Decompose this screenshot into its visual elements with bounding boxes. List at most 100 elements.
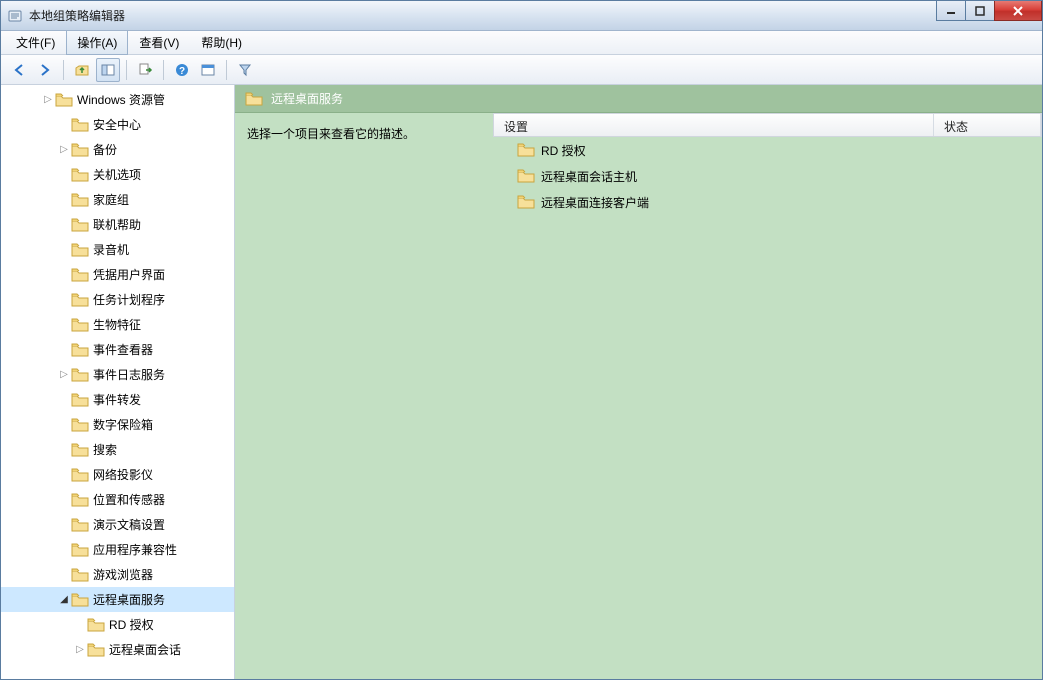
expander-icon[interactable]: ▷ <box>73 644 87 655</box>
tree-item[interactable]: 搜索 <box>1 437 234 462</box>
folder-icon <box>71 567 89 583</box>
description-column: 选择一个项目来查看它的描述。 <box>235 113 493 679</box>
tree-item-label: 录音机 <box>93 241 129 258</box>
tree-item-label: 家庭组 <box>93 191 129 208</box>
export-list-button[interactable] <box>133 58 157 82</box>
folder-icon <box>71 292 89 308</box>
show-hide-tree-button[interactable] <box>96 58 120 82</box>
tree-item-label: 远程桌面服务 <box>93 591 165 608</box>
window-title: 本地组策略编辑器 <box>29 7 125 24</box>
help-button[interactable]: ? <box>170 58 194 82</box>
list-item[interactable]: RD 授权 <box>493 137 1042 163</box>
tree-item[interactable]: 任务计划程序 <box>1 287 234 312</box>
maximize-button[interactable] <box>965 1 995 21</box>
folder-icon <box>71 342 89 358</box>
list-column: 设置 状态 RD 授权远程桌面会话主机远程桌面连接客户端 <box>493 113 1042 679</box>
list-rows: RD 授权远程桌面会话主机远程桌面连接客户端 <box>493 137 1042 215</box>
tree-item-label: 事件查看器 <box>93 341 153 358</box>
list-item[interactable]: 远程桌面连接客户端 <box>493 189 1042 215</box>
tree-item-label: 数字保险箱 <box>93 416 153 433</box>
folder-icon <box>71 542 89 558</box>
folder-icon <box>245 91 263 107</box>
tree-item[interactable]: 联机帮助 <box>1 212 234 237</box>
folder-icon <box>71 592 89 608</box>
tree-item-label: 搜索 <box>93 441 117 458</box>
tree-item[interactable]: 网络投影仪 <box>1 462 234 487</box>
toolbar-separator <box>63 60 64 80</box>
tree-item-label: 事件转发 <box>93 391 141 408</box>
properties-button[interactable] <box>196 58 220 82</box>
column-header-settings[interactable]: 设置 <box>494 114 934 136</box>
list-item-label: RD 授权 <box>541 142 586 159</box>
toolbar-separator <box>126 60 127 80</box>
tree-item-label: 位置和传感器 <box>93 491 165 508</box>
minimize-button[interactable] <box>936 1 966 21</box>
tree-item-label: 任务计划程序 <box>93 291 165 308</box>
tree-item-label: 备份 <box>93 141 117 158</box>
tree-item[interactable]: 事件查看器 <box>1 337 234 362</box>
titlebar: 本地组策略编辑器 <box>1 1 1042 31</box>
folder-icon <box>71 167 89 183</box>
folder-icon <box>71 192 89 208</box>
app-icon <box>7 8 23 24</box>
tree-item[interactable]: 家庭组 <box>1 187 234 212</box>
tree-item-label: Windows 资源管 <box>77 91 165 108</box>
expander-icon[interactable]: ▷ <box>57 369 71 380</box>
tree-item[interactable]: 安全中心 <box>1 112 234 137</box>
folder-icon <box>71 442 89 458</box>
content-pane: 远程桌面服务 选择一个项目来查看它的描述。 设置 状态 RD 授权远程桌面会话主… <box>235 85 1042 679</box>
expander-icon[interactable]: ▷ <box>57 144 71 155</box>
tree-item[interactable]: ▷ 事件日志服务 <box>1 362 234 387</box>
tree-item[interactable]: ▷ Windows 资源管 <box>1 87 234 112</box>
tree-item[interactable]: ▷远程桌面会话 <box>1 637 234 662</box>
content-header: 远程桌面服务 <box>235 85 1042 113</box>
toolbar-separator <box>163 60 164 80</box>
tree-item-label: 联机帮助 <box>93 216 141 233</box>
expander-icon[interactable]: ◢ <box>57 594 71 605</box>
tree-item[interactable]: RD 授权 <box>1 612 234 637</box>
menu-file[interactable]: 文件(F) <box>5 30 66 55</box>
filter-button[interactable] <box>233 58 257 82</box>
tree-item[interactable]: 游戏浏览器 <box>1 562 234 587</box>
menu-view[interactable]: 查看(V) <box>128 30 190 55</box>
folder-icon <box>71 517 89 533</box>
menu-action[interactable]: 操作(A) <box>66 30 128 55</box>
folder-icon <box>517 168 535 184</box>
tree-item[interactable]: 事件转发 <box>1 387 234 412</box>
back-button[interactable] <box>7 58 31 82</box>
tree-scroll[interactable]: ▷ Windows 资源管安全中心 ▷ 备份关机选项家庭组联机帮助录音机凭据用户界面任… <box>1 85 234 679</box>
up-folder-button[interactable] <box>70 58 94 82</box>
tree-item[interactable]: 生物特征 <box>1 312 234 337</box>
close-button[interactable] <box>994 1 1042 21</box>
folder-icon <box>71 117 89 133</box>
list-item-label: 远程桌面连接客户端 <box>541 194 649 211</box>
tree-item[interactable]: 凭据用户界面 <box>1 262 234 287</box>
forward-button[interactable] <box>33 58 57 82</box>
tree-item-label: 网络投影仪 <box>93 466 153 483</box>
tree-item[interactable]: ◢ 远程桌面服务 <box>1 587 234 612</box>
column-header-status[interactable]: 状态 <box>934 114 1041 136</box>
menu-help[interactable]: 帮助(H) <box>190 30 253 55</box>
tree-item[interactable]: 演示文稿设置 <box>1 512 234 537</box>
tree-item[interactable]: 应用程序兼容性 <box>1 537 234 562</box>
tree-item-label: 生物特征 <box>93 316 141 333</box>
tree-item[interactable]: 位置和传感器 <box>1 487 234 512</box>
tree-item[interactable]: 数字保险箱 <box>1 412 234 437</box>
description-text: 选择一个项目来查看它的描述。 <box>247 127 415 141</box>
tree-item[interactable]: 关机选项 <box>1 162 234 187</box>
folder-icon <box>71 492 89 508</box>
svg-text:?: ? <box>179 66 185 77</box>
toolbar-separator <box>226 60 227 80</box>
folder-icon <box>71 267 89 283</box>
folder-icon <box>71 467 89 483</box>
folder-icon <box>517 142 535 158</box>
list-item[interactable]: 远程桌面会话主机 <box>493 163 1042 189</box>
folder-icon <box>71 317 89 333</box>
tree-item-label: 事件日志服务 <box>93 366 165 383</box>
tree-item-label: 演示文稿设置 <box>93 516 165 533</box>
menubar: 文件(F) 操作(A) 查看(V) 帮助(H) <box>1 31 1042 55</box>
tree-item[interactable]: 录音机 <box>1 237 234 262</box>
tree-item[interactable]: ▷ 备份 <box>1 137 234 162</box>
expander-icon[interactable]: ▷ <box>41 94 55 105</box>
folder-icon <box>517 194 535 210</box>
